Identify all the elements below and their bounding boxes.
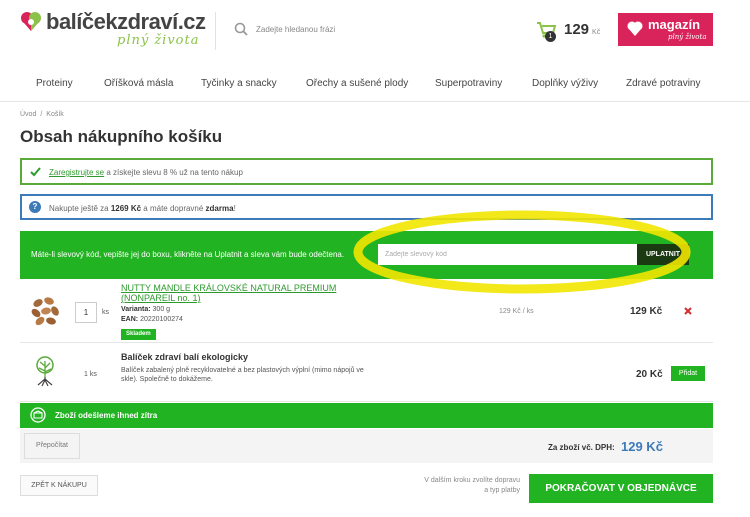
ean-value: 20220100274 (140, 316, 183, 323)
breadcrumb-separator: / (40, 111, 43, 118)
totals-label: Za zboží vč. DPH: (548, 443, 615, 452)
continue-order-button[interactable]: POKRAČOVAT V OBJEDNÁVCE (529, 474, 713, 503)
quantity-value: 1 (84, 371, 88, 378)
heart-icon (627, 21, 643, 36)
nav-item-superpotraviny[interactable]: Superpotraviny (435, 78, 502, 89)
almonds-product-image[interactable] (28, 294, 62, 328)
breadcrumb: Úvod / Košík (20, 111, 64, 118)
cart-total[interactable]: 129 Kč (564, 21, 600, 38)
unit-price: 129 Kč / ks (499, 308, 534, 315)
cart-total-value: 129 (564, 21, 590, 38)
breadcrumb-current: Košík (46, 111, 64, 118)
search-input[interactable] (256, 18, 506, 40)
product-variant: Varianta: 300 g (121, 306, 170, 313)
shipping-bar: Zboží odešleme ihned zítra (20, 403, 713, 428)
heart-logo-icon (21, 12, 41, 31)
cart-currency: Kč (592, 29, 601, 36)
check-icon (30, 167, 41, 177)
register-info-box: Zaregistrujte se a získejte slevu 8 % už… (20, 158, 713, 185)
product-description: Balíček zabalený plně recyklovatelné a b… (121, 367, 364, 383)
nav-item-zdrave-potraviny[interactable]: Zdravé potraviny (626, 78, 700, 89)
shipping-mid: a máte dopravné (141, 204, 206, 213)
add-item-button[interactable]: Přidat (671, 366, 705, 381)
cart-item-row: 1 ks NUTTY MANDLE KRÁLOVSKÉ NATURAL PREM… (20, 279, 713, 343)
quantity-label: 1 ks (84, 371, 97, 378)
register-rest: a získejte slevu 8 % už na tento nákup (104, 168, 243, 177)
package-icon (30, 407, 46, 423)
quantity-unit: ks (102, 309, 109, 316)
cart-item-row: 1 ks Balíček zdraví balí ekologicky Balí… (20, 344, 713, 402)
site-logo[interactable]: balíčekzdraví.cz plný života (20, 7, 210, 55)
totals-value: 129 Kč (621, 439, 663, 454)
question-icon: ? (29, 201, 41, 213)
nav-item-doplnky[interactable]: Doplňky výživy (532, 78, 598, 89)
line-price: 20 Kč (636, 369, 663, 380)
tree-product-image[interactable] (28, 355, 62, 389)
logo-tagline: plný života (117, 33, 200, 48)
ean-label: EAN: (121, 316, 139, 323)
shipping-info-text: Nakupte ještě za 1269 Kč a máte dopravné… (49, 204, 236, 213)
stock-badge: Skladem (121, 329, 156, 340)
nav-item-proteiny[interactable]: Proteiny (36, 78, 73, 89)
quantity-input[interactable]: 1 (75, 302, 97, 323)
register-link[interactable]: Zaregistrujte se (49, 168, 104, 177)
register-text: Zaregistrujte se a získejte slevu 8 % už… (49, 168, 243, 177)
page-title: Obsah nákupního košíku (20, 127, 223, 146)
nav-item-orechy[interactable]: Ořechy a sušené plody (306, 78, 408, 89)
shipping-bar-text: Zboží odešleme ihned zítra (55, 411, 158, 420)
line-price: 129 Kč (630, 306, 663, 317)
main-nav: Proteiny Oříšková másla Tyčinky a snacky… (0, 66, 750, 102)
nav-item-tycinky[interactable]: Tyčinky a snacky (201, 78, 277, 89)
product-ean: EAN: 20220100274 (121, 316, 183, 323)
discount-text: Máte-li slevový kód, vepište jej do boxu… (31, 250, 345, 259)
nav-item-oriskova-masla[interactable]: Oříšková másla (104, 78, 173, 89)
header-divider (215, 12, 216, 50)
magazin-sub: plný života (668, 33, 707, 41)
magazin-button[interactable]: magazín plný života (618, 13, 713, 46)
shipping-end: ! (233, 204, 236, 213)
variant-label: Varianta: (121, 306, 151, 313)
shipping-pre: Nakupte ještě za (49, 204, 111, 213)
site-header: balíčekzdraví.cz plný života 1 129Kč mag… (0, 0, 750, 62)
totals-bar: Přepočítat Za zboží vč. DPH: 129 Kč (20, 429, 713, 463)
recalculate-button[interactable]: Přepočítat (24, 433, 80, 459)
search-icon[interactable] (234, 22, 248, 36)
shipping-amount: 1269 Kč (110, 204, 142, 213)
remove-item-icon[interactable] (683, 306, 693, 316)
product-name-link[interactable]: NUTTY MANDLE KRÁLOVSKÉ NATURAL PREMIUM (… (121, 283, 351, 303)
quantity-unit: ks (89, 371, 97, 378)
back-to-shop-button[interactable]: ZPĚT K NÁKUPU (20, 475, 98, 496)
logo-name: balíčekzdraví.cz (46, 9, 206, 34)
variant-value: 300 g (152, 306, 171, 313)
breadcrumb-home[interactable]: Úvod (20, 111, 36, 118)
next-step-note: V dalším kroku zvolíte dopravu a typ pla… (424, 477, 520, 494)
magazin-label: magazín (648, 17, 701, 32)
product-name: Balíček zdraví balí ekologicky (121, 352, 249, 362)
shipping-free: zdarma (205, 204, 234, 213)
cart-count-badge: 1 (545, 31, 556, 42)
